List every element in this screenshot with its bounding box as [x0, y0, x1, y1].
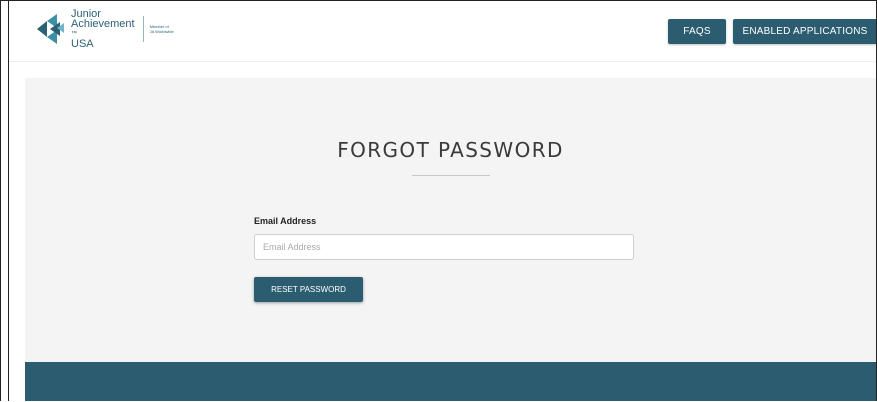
page-title: FORGOT PASSWORD — [337, 138, 564, 162]
reset-password-button[interactable]: RESET PASSWORD — [254, 277, 363, 302]
forgot-password-panel: FORGOT PASSWORD Email Address RESET PASS… — [25, 78, 876, 362]
member-line2: JA Worldwide — [149, 29, 174, 34]
email-label: Email Address — [254, 216, 317, 226]
ja-usa-logo[interactable]: Junior Achievement ™ USA Member of JA Wor… — [33, 9, 174, 50]
faqs-button[interactable]: FAQS — [668, 19, 726, 44]
ja-logo-icon — [37, 14, 64, 44]
page-frame: Junior Achievement ™ USA Member of JA Wor… — [0, 0, 877, 401]
site-header: Junior Achievement ™ USA Member of JA Wor… — [9, 1, 876, 62]
footer-band — [25, 362, 876, 401]
logo-line2: Achievement — [71, 18, 135, 30]
logo-divider — [142, 16, 144, 42]
logo-member-text: Member of JA Worldwide — [150, 24, 174, 34]
logo-wordmark: Junior Achievement ™ USA — [71, 9, 135, 50]
title-underline — [412, 175, 490, 176]
logo-line3: USA — [71, 38, 94, 50]
email-input[interactable] — [254, 234, 634, 260]
enabled-applications-button[interactable]: ENABLED APPLICATIONS — [733, 19, 876, 44]
